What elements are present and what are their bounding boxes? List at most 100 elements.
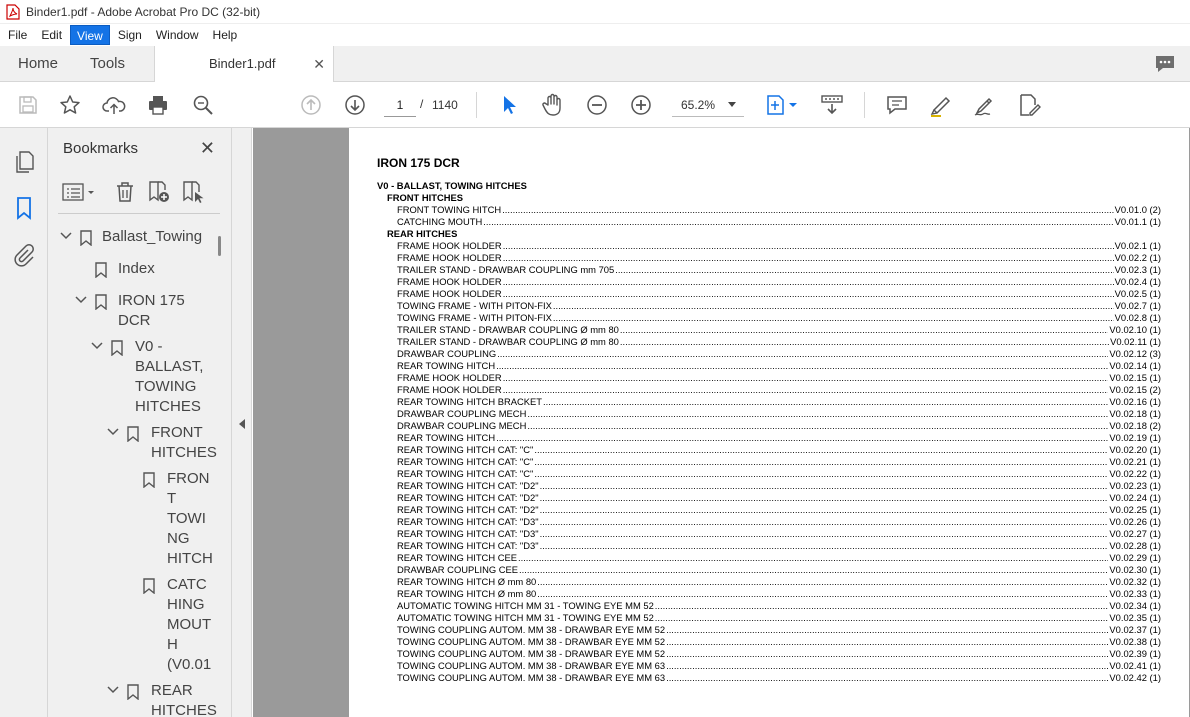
toc-entry[interactable]: TOWING COUPLING AUTOM. MM 38 - DRAWBAR E… [377, 624, 1161, 636]
print-icon[interactable] [146, 93, 170, 117]
bookmark-options-icon[interactable] [62, 180, 98, 204]
toc-entry[interactable]: AUTOMATIC TOWING HITCH MM 31 - TOWING EY… [377, 612, 1161, 624]
menu-edit[interactable]: Edit [35, 25, 68, 45]
toc-group-heading[interactable]: REAR HITCHES [377, 228, 1161, 240]
toc-entry-label: REAR TOWING HITCH CAT: "D2" [397, 480, 539, 491]
toc-entry[interactable]: AUTOMATIC TOWING HITCH MM 31 - TOWING EY… [377, 600, 1161, 612]
bookmark-iron-175-dcr[interactable]: IRON 175 DCR [60, 291, 220, 331]
toc-entry[interactable]: TOWING FRAME - WITH PITON-FIX V0.02.8 (1) [377, 312, 1161, 324]
close-panel-icon[interactable]: ✕ [200, 138, 215, 159]
toc-entry[interactable]: DRAWBAR COUPLING MECH V0.02.18 (1) [377, 408, 1161, 420]
bookmark-index[interactable]: Index [60, 259, 220, 279]
toc-entry[interactable]: REAR TOWING HITCH CAT: "D2" V0.02.25 (1) [377, 504, 1161, 516]
select-cursor-icon[interactable] [497, 93, 521, 117]
toc-entry[interactable]: FRAME HOOK HOLDER V0.02.1 (1) [377, 240, 1161, 252]
collapse-left-arrow-icon[interactable] [239, 419, 245, 429]
toc-entry[interactable]: REAR TOWING HITCH CAT: "C" V0.02.21 (1) [377, 456, 1161, 468]
comment-icon[interactable] [885, 93, 909, 117]
toc-entry[interactable]: REAR TOWING HITCH Ø mm 80 V0.02.33 (1) [377, 588, 1161, 600]
menu-file[interactable]: File [2, 25, 33, 45]
bookmark-front-towing-hitch[interactable]: FRON T TOWI NG HITCH [60, 469, 220, 569]
panel-collapse-strip[interactable] [232, 128, 252, 717]
toc-entry[interactable]: REAR TOWING HITCH CEE V0.02.29 (1) [377, 552, 1161, 564]
toc-section-heading[interactable]: V0 - BALLAST, TOWING HITCHES [377, 180, 1161, 192]
attachment-paperclip-icon[interactable] [12, 243, 36, 267]
toc-entry[interactable]: TRAILER STAND - DRAWBAR COUPLING Ø mm 80… [377, 336, 1161, 348]
chevron-down-icon[interactable] [75, 295, 87, 305]
toc-entry[interactable]: FRAME HOOK HOLDER V0.02.15 (2) [377, 384, 1161, 396]
toc-entry[interactable]: REAR TOWING HITCH CAT: "D3" V0.02.28 (1) [377, 540, 1161, 552]
zoom-out-icon[interactable] [585, 93, 609, 117]
toc-entry[interactable]: FRONT TOWING HITCH V0.01.0 (2) [377, 204, 1161, 216]
toc-entry[interactable]: REAR TOWING HITCH V0.02.19 (1) [377, 432, 1161, 444]
next-page-icon[interactable] [343, 93, 367, 117]
toc-entry[interactable]: REAR TOWING HITCH CAT: "C" V0.02.22 (1) [377, 468, 1161, 480]
toc-group-heading[interactable]: FRONT HITCHES [377, 192, 1161, 204]
toc-entry[interactable]: DRAWBAR COUPLING CEE V0.02.30 (1) [377, 564, 1161, 576]
page-thumbnails-icon[interactable] [12, 150, 36, 174]
chevron-down-icon[interactable] [91, 341, 103, 351]
chevron-down-icon[interactable] [107, 427, 119, 437]
previous-page-icon[interactable] [299, 93, 323, 117]
toc-entry[interactable]: REAR TOWING HITCH CAT: "C" V0.02.20 (1) [377, 444, 1161, 456]
toc-entry[interactable]: REAR TOWING HITCH Ø mm 80 V0.02.32 (1) [377, 576, 1161, 588]
bookmark-panel-icon[interactable] [12, 196, 36, 220]
toc-entry[interactable]: TOWING FRAME - WITH PITON-FIX V0.02.7 (1) [377, 300, 1161, 312]
delete-bookmark-trash-icon[interactable] [113, 180, 137, 204]
tab-tools[interactable]: Tools [90, 46, 125, 82]
zoom-search-icon[interactable] [191, 93, 215, 117]
upload-cloud-icon[interactable] [102, 93, 126, 117]
save-icon[interactable] [16, 93, 40, 117]
page-number-input[interactable] [384, 93, 416, 117]
toc-entry[interactable]: FRAME HOOK HOLDER V0.02.5 (1) [377, 288, 1161, 300]
bookmark-catching-mouth[interactable]: CATC HING MOUT H (V0.01 [60, 575, 220, 675]
toc-entry[interactable]: TOWING COUPLING AUTOM. MM 38 - DRAWBAR E… [377, 672, 1161, 684]
bookmark-front-hitches[interactable]: FRONT HITCHES [60, 423, 220, 463]
toc-entry[interactable]: TOWING COUPLING AUTOM. MM 38 - DRAWBAR E… [377, 648, 1161, 660]
tab-home[interactable]: Home [18, 46, 58, 82]
bookmark-ballast-towing[interactable]: Ballast_Towing [60, 227, 220, 247]
document-viewer[interactable]: IRON 175 DCR V0 - BALLAST, TOWING HITCHE… [253, 128, 1190, 717]
chevron-down-icon[interactable] [60, 231, 72, 241]
toc-entry[interactable]: REAR TOWING HITCH BRACKET V0.02.16 (1) [377, 396, 1161, 408]
tab-document[interactable]: Binder1.pdf ✕ [154, 46, 334, 83]
edit-pdf-icon[interactable] [1017, 93, 1041, 117]
toc-entry[interactable]: TOWING COUPLING AUTOM. MM 38 - DRAWBAR E… [377, 636, 1161, 648]
star-icon[interactable] [58, 93, 82, 117]
toc-entry[interactable]: REAR TOWING HITCH CAT: "D2" V0.02.23 (1) [377, 480, 1161, 492]
toc-entry[interactable]: FRAME HOOK HOLDER V0.02.15 (1) [377, 372, 1161, 384]
toc-entry[interactable]: DRAWBAR COUPLING V0.02.12 (3) [377, 348, 1161, 360]
toc-entry[interactable]: FRAME HOOK HOLDER V0.02.4 (1) [377, 276, 1161, 288]
bookmark-v0-ballast[interactable]: V0 - BALLAST, TOWING HITCHES [60, 337, 220, 417]
toc-entry[interactable]: FRAME HOOK HOLDER V0.02.2 (1) [377, 252, 1161, 264]
hand-tool-icon[interactable] [541, 93, 565, 117]
bookmark-from-selection-icon[interactable] [181, 180, 205, 204]
toc-entry[interactable]: TRAILER STAND - DRAWBAR COUPLING mm 705 V… [377, 264, 1161, 276]
toc-entry[interactable]: REAR TOWING HITCH V0.02.14 (1) [377, 360, 1161, 372]
zoom-level-value: 65.2% [681, 98, 716, 112]
sign-pen-icon[interactable] [973, 93, 997, 117]
toc-entry[interactable]: TRAILER STAND - DRAWBAR COUPLING Ø mm 80… [377, 324, 1161, 336]
menu-view[interactable]: View [70, 25, 110, 45]
toc-entry[interactable]: REAR TOWING HITCH CAT: "D3" V0.02.27 (1) [377, 528, 1161, 540]
highlight-pen-icon[interactable] [929, 93, 953, 117]
comment-bubble-icon[interactable] [1154, 54, 1176, 74]
menu-help[interactable]: Help [207, 25, 244, 45]
zoom-level-dropdown[interactable]: 65.2% [672, 93, 744, 117]
menu-window[interactable]: Window [150, 25, 205, 45]
menu-sign[interactable]: Sign [112, 25, 148, 45]
fit-page-icon[interactable] [764, 93, 800, 117]
toc-entry[interactable]: CATCHING MOUTH V0.01.1 (1) [377, 216, 1161, 228]
bookmark-rear-hitches[interactable]: REAR HITCHES [60, 681, 220, 717]
toc-entry-reference: V0.02.18 (2) [1109, 420, 1161, 431]
toc-entry[interactable]: REAR TOWING HITCH CAT: "D3" V0.02.26 (1) [377, 516, 1161, 528]
chevron-down-icon[interactable] [107, 685, 119, 695]
toc-entry[interactable]: DRAWBAR COUPLING MECH V0.02.18 (2) [377, 420, 1161, 432]
zoom-in-icon[interactable] [629, 93, 653, 117]
close-tab-icon[interactable]: ✕ [313, 46, 325, 82]
toc-entry[interactable]: TOWING COUPLING AUTOM. MM 38 - DRAWBAR E… [377, 660, 1161, 672]
scroll-mode-icon[interactable] [820, 93, 844, 117]
toc-leader-dots [496, 432, 1108, 444]
new-bookmark-icon[interactable] [147, 180, 171, 204]
toc-entry[interactable]: REAR TOWING HITCH CAT: "D2" V0.02.24 (1) [377, 492, 1161, 504]
